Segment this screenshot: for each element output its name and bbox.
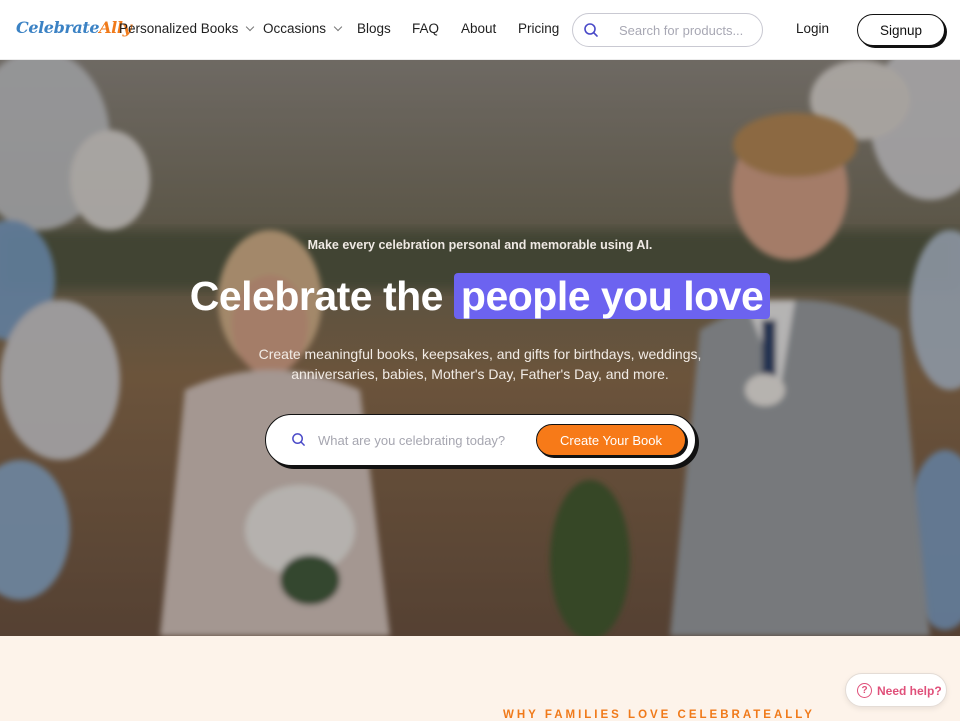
- nav-item-personalized-books[interactable]: Personalized Books: [119, 21, 255, 36]
- nav-item-label: About: [461, 21, 497, 36]
- nav-item-label: Personalized Books: [119, 21, 239, 36]
- hero-section: Make every celebration personal and memo…: [0, 60, 960, 636]
- celebration-input[interactable]: [318, 431, 528, 449]
- hero-subtext: Create meaningful books, keepsakes, and …: [258, 346, 702, 382]
- nav-item-label: Pricing: [518, 21, 560, 36]
- search-icon: [583, 22, 599, 43]
- headline-plain: Celebrate the: [189, 273, 444, 319]
- help-label: Need help?: [877, 684, 942, 698]
- nav-item-pricing[interactable]: Pricing: [518, 21, 559, 36]
- hero-eyebrow: Make every celebration personal and memo…: [307, 238, 653, 252]
- nav-item-label: FAQ: [412, 21, 440, 36]
- help-question-icon: ?: [857, 683, 872, 698]
- headline-highlight: people you love: [453, 273, 771, 319]
- section-eyebrow: WHY FAMILIES LOVE CELEBRATEALLY: [503, 709, 815, 721]
- celebration-search-bar[interactable]: Create Your Book: [265, 414, 696, 466]
- nav-item-about[interactable]: About: [461, 21, 496, 36]
- brand-logo[interactable]: CelebrateAlly: [16, 18, 132, 37]
- search-icon: [291, 432, 306, 452]
- nav-item-label: Occasions: [263, 21, 327, 36]
- hero-headline: Celebrate the people you love: [0, 273, 960, 320]
- signup-button[interactable]: Signup: [857, 14, 945, 46]
- chevron-down-icon: [333, 22, 343, 31]
- nav-item-occasions[interactable]: Occasions: [263, 21, 343, 36]
- nav-item-blogs[interactable]: Blogs: [357, 21, 391, 36]
- product-search-box[interactable]: [572, 13, 763, 47]
- logo-text-primary: Celebrate: [16, 18, 100, 37]
- nav-item-label: Blogs: [357, 21, 391, 36]
- help-widget[interactable]: ? Need help?: [845, 673, 947, 707]
- top-navbar: CelebrateAlly Personalized Books Occasio…: [0, 0, 960, 60]
- nav-item-faq[interactable]: FAQ: [412, 21, 439, 36]
- create-your-book-button[interactable]: Create Your Book: [536, 424, 686, 456]
- product-search-input[interactable]: [619, 21, 755, 39]
- login-link[interactable]: Login: [796, 21, 829, 36]
- chevron-down-icon: [246, 22, 255, 31]
